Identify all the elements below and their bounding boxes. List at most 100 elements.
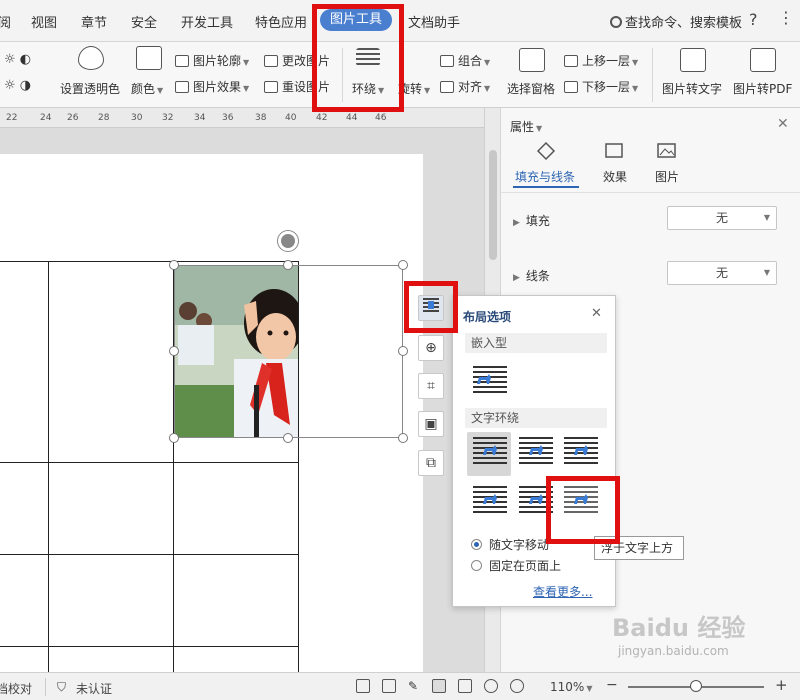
ruler-tick: 28	[98, 113, 110, 123]
picture-icon	[657, 143, 676, 158]
menu-developer-tools[interactable]: 开发工具	[181, 12, 233, 31]
wrap-inline-option[interactable]	[467, 361, 511, 405]
wrap-tight-option[interactable]	[513, 432, 557, 476]
outline-view-icon[interactable]	[458, 679, 472, 693]
baidu-watermark-logo: Baidu 经验 jingyan.baidu.com	[612, 608, 792, 668]
ruler-tick: 34	[194, 113, 206, 123]
picture-to-text-icon	[680, 48, 706, 72]
resize-handle[interactable]	[283, 260, 293, 270]
more-options-icon[interactable]: ⋮	[778, 8, 794, 27]
zoom-slider-thumb[interactable]	[690, 680, 702, 692]
ruler-tick: 38	[255, 113, 267, 123]
resize-handle[interactable]	[169, 260, 179, 270]
picture-add-icon: ⧉	[426, 455, 436, 471]
resize-handle[interactable]	[169, 433, 179, 443]
eye-protection-icon[interactable]	[510, 679, 524, 693]
menu-section[interactable]: 章节	[81, 12, 107, 31]
menu-special-apps[interactable]: 特色应用	[255, 12, 307, 31]
selection-pane-button[interactable]: 选择窗格	[507, 80, 555, 97]
fix-on-page-radio[interactable]	[471, 560, 482, 571]
line-section-toggle[interactable]: ▶ 线条	[513, 267, 550, 284]
inline-section-header: 嵌入型	[465, 333, 607, 353]
wrap-square-option[interactable]	[467, 432, 511, 476]
send-backward-icon	[564, 81, 578, 93]
zoom-in-icon[interactable]: +	[775, 676, 788, 694]
send-backward-button[interactable]: 下移一层 ▼	[564, 78, 638, 95]
group-button[interactable]: 组合 ▼	[440, 52, 490, 69]
more-picture-actions-button[interactable]: ⧉	[418, 450, 444, 476]
help-icon[interactable]: ?	[749, 10, 758, 29]
group-label: 组合	[458, 54, 483, 68]
selection-pane-icon	[519, 48, 545, 72]
color-icon	[136, 46, 162, 70]
menu-security[interactable]: 安全	[131, 12, 157, 31]
highlight-box	[546, 476, 620, 544]
menu-review[interactable]: 阅	[0, 12, 11, 31]
contrast-icon[interactable]: ☼ ◑	[4, 78, 31, 93]
picture-outline-label: 图片轮廓	[193, 54, 242, 68]
wrap-through-option[interactable]	[558, 432, 602, 476]
align-button[interactable]: 对齐 ▼	[440, 78, 490, 95]
watermark-brand: Baidu 经验	[612, 614, 746, 642]
fullscreen-icon[interactable]	[356, 679, 370, 693]
wrap-top-bottom-option[interactable]	[467, 481, 511, 525]
pen-icon[interactable]: ✎	[408, 679, 422, 693]
shield-icon: ⛉	[57, 680, 67, 694]
resize-handle[interactable]	[398, 433, 408, 443]
rotate-handle-icon[interactable]	[278, 231, 298, 251]
menu-doc-assistant[interactable]: 文档助手	[408, 12, 460, 31]
page-view-icon[interactable]	[432, 679, 446, 693]
horizontal-ruler[interactable]: 22 24 26 28 30 32 34 36 38 40 42 44 46	[0, 108, 484, 128]
zoom-level[interactable]: 110% ▼	[550, 680, 592, 694]
line-dropdown[interactable]: 无 ▼	[667, 261, 777, 285]
close-icon[interactable]: ✕	[591, 306, 602, 321]
tab-effects[interactable]: 效果	[603, 168, 627, 185]
zoom-image-button[interactable]: ⊕	[418, 335, 444, 361]
fill-label: 填充	[525, 214, 550, 228]
properties-title[interactable]: 属性 ▼	[510, 118, 542, 135]
highlight-box	[404, 281, 458, 333]
resize-handle[interactable]	[169, 346, 179, 356]
resize-handle[interactable]	[283, 433, 293, 443]
divider	[45, 678, 46, 696]
layout-options-popup: 布局选项 ✕ 嵌入型 文字环绕 随文字移动 固定在页面上 查看更多...	[452, 295, 616, 607]
unverified-status[interactable]: 未认证	[76, 680, 112, 697]
tab-picture[interactable]: 图片	[655, 168, 679, 185]
fill-dropdown[interactable]: 无 ▼	[667, 206, 777, 230]
set-transparent-color-button[interactable]: 设置透明色	[60, 80, 120, 97]
bring-forward-label: 上移一层	[582, 54, 631, 68]
menu-view[interactable]: 视图	[31, 12, 57, 31]
bring-forward-icon	[564, 55, 578, 67]
picture-effect-button[interactable]: 图片效果 ▼	[175, 78, 249, 95]
ribbon-separator	[652, 48, 653, 102]
move-with-text-radio[interactable]	[471, 539, 482, 550]
align-label: 对齐	[458, 80, 483, 94]
reading-mode-icon[interactable]	[382, 679, 396, 693]
command-search[interactable]: 查找命令、搜索模板	[610, 12, 742, 31]
resize-handle[interactable]	[398, 346, 408, 356]
divider	[501, 192, 800, 193]
table-border	[0, 462, 298, 463]
see-more-link[interactable]: 查看更多...	[533, 583, 592, 600]
ruler-tick: 40	[285, 113, 297, 123]
tab-fill-and-line[interactable]: 填充与线条	[515, 168, 575, 185]
bring-forward-button[interactable]: 上移一层 ▼	[564, 52, 638, 69]
crop-button[interactable]: ⌗	[418, 373, 444, 399]
fill-section-toggle[interactable]: ▶ 填充	[513, 212, 550, 229]
send-backward-label: 下移一层	[582, 80, 631, 94]
picture-tool-button[interactable]: ▣	[418, 411, 444, 437]
web-view-icon[interactable]	[484, 679, 498, 693]
color-button[interactable]: 颜色 ▼	[131, 80, 163, 97]
magnifier-icon: ⊕	[425, 340, 437, 356]
close-icon[interactable]: ✕	[777, 116, 789, 132]
scrollbar-thumb[interactable]	[489, 150, 497, 260]
picture-to-pdf-button[interactable]: 图片转PDF	[733, 80, 792, 97]
picture-outline-button[interactable]: 图片轮廓 ▼	[175, 52, 249, 69]
zoom-out-icon[interactable]: −	[606, 677, 618, 693]
resize-handle[interactable]	[398, 260, 408, 270]
outline-icon	[175, 55, 189, 67]
proofread-button[interactable]: 档校对	[0, 680, 32, 697]
crop-icon: ⌗	[427, 378, 435, 394]
brightness-icon[interactable]: ☼ ◐	[4, 52, 31, 67]
picture-to-text-button[interactable]: 图片转文字	[662, 80, 722, 97]
